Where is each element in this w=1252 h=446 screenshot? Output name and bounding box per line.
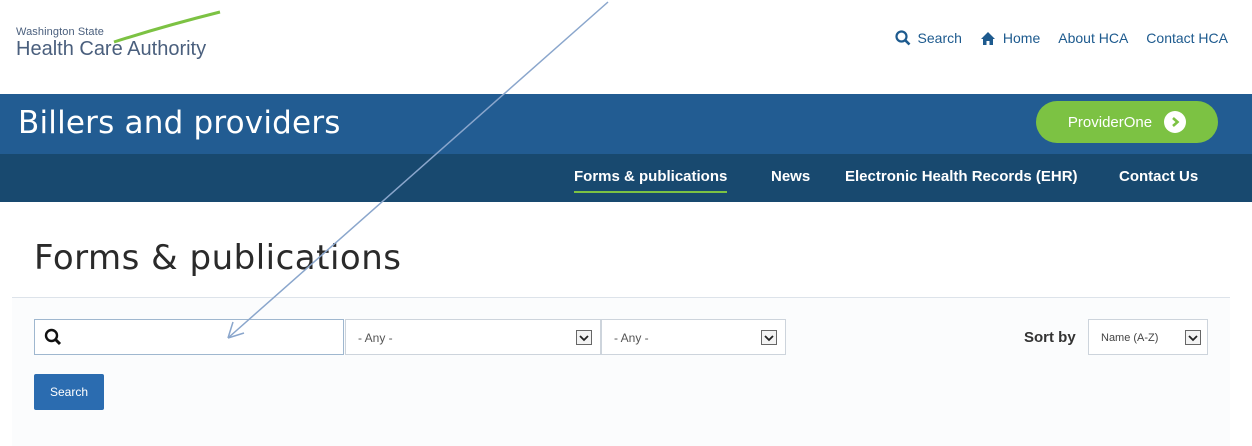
main-nav: Forms & publications News Electronic Hea… bbox=[0, 154, 1252, 202]
filter-select-1-value: - Any - bbox=[358, 331, 393, 345]
search-input[interactable] bbox=[34, 319, 344, 355]
utility-contact-label: Contact HCA bbox=[1146, 30, 1228, 46]
tab-forms-publications[interactable]: Forms & publications bbox=[574, 168, 728, 193]
filter-select-1[interactable]: - Any - bbox=[345, 319, 601, 355]
utility-search-label: Search bbox=[917, 30, 962, 46]
utility-search-link[interactable]: Search bbox=[894, 30, 962, 46]
filter-select-2-value: - Any - bbox=[614, 331, 649, 345]
filter-select-2[interactable]: - Any - bbox=[601, 319, 786, 355]
tab-news[interactable]: News bbox=[771, 168, 810, 185]
chevron-down-icon bbox=[761, 330, 777, 345]
utility-nav: Search Home About HCA Contact HCA bbox=[894, 30, 1228, 46]
utility-about-link[interactable]: About HCA bbox=[1058, 30, 1128, 46]
utility-contact-link[interactable]: Contact HCA bbox=[1146, 30, 1228, 46]
hca-logo[interactable]: Washington State Health Care Authority bbox=[16, 10, 221, 60]
chevron-down-icon bbox=[576, 330, 592, 345]
section-title: Billers and providers bbox=[18, 105, 341, 141]
search-icon bbox=[44, 328, 62, 346]
providerone-label: ProviderOne bbox=[1067, 113, 1153, 131]
sort-select-value: Name (A-Z) bbox=[1101, 332, 1159, 344]
sort-label: Sort by bbox=[1024, 329, 1076, 346]
page-title: Forms & publications bbox=[34, 238, 402, 278]
utility-about-label: About HCA bbox=[1058, 30, 1129, 46]
providerone-button[interactable]: ProviderOne bbox=[1036, 101, 1218, 143]
search-icon bbox=[894, 30, 910, 46]
section-banner: Billers and providers ProviderOne bbox=[0, 94, 1252, 154]
home-icon bbox=[980, 31, 995, 45]
utility-home-label: Home bbox=[1002, 30, 1041, 46]
search-button[interactable]: Search bbox=[34, 374, 104, 410]
tab-contact-us[interactable]: Contact Us bbox=[1119, 168, 1198, 185]
sort-select[interactable]: Name (A-Z) bbox=[1088, 319, 1208, 355]
logo-swoosh-icon bbox=[113, 10, 221, 44]
top-utility-bar: Washington State Health Care Authority S… bbox=[0, 0, 1252, 94]
tab-ehr[interactable]: Electronic Health Records (EHR) bbox=[845, 168, 1078, 185]
chevron-right-icon bbox=[1164, 111, 1187, 133]
utility-home-link[interactable]: Home bbox=[980, 30, 1040, 46]
chevron-down-icon bbox=[1185, 330, 1201, 345]
content-card: Forms & publications - Any - - Any - Sor… bbox=[12, 202, 1230, 446]
